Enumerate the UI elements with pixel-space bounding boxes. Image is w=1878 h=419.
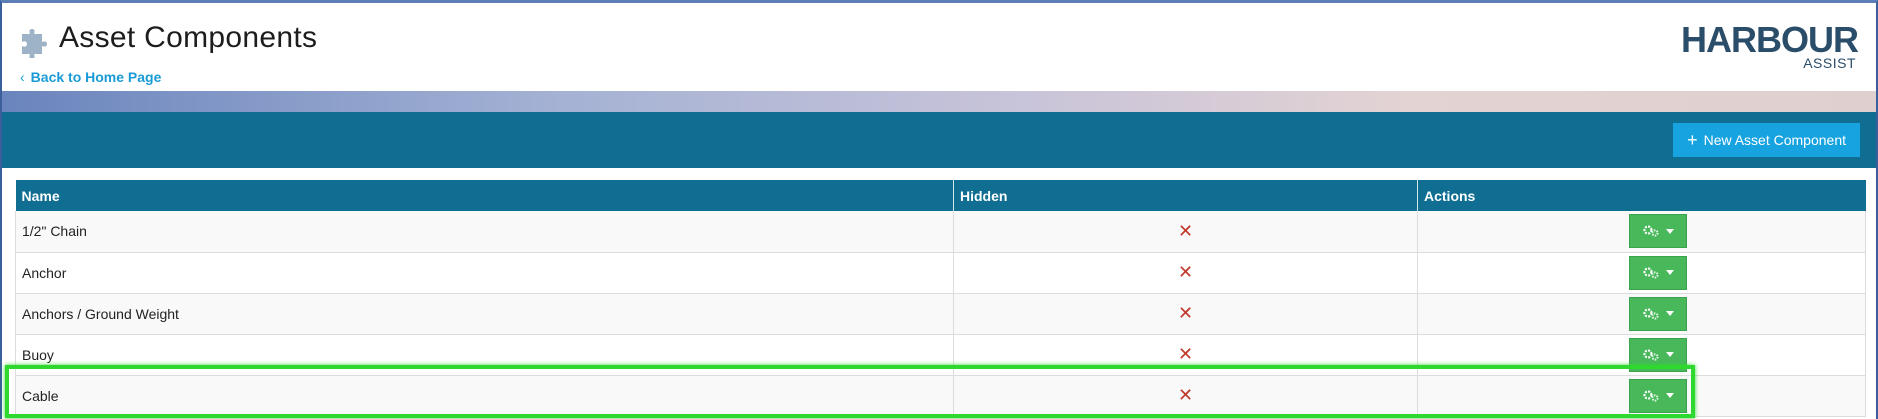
column-header-hidden[interactable]: Hidden <box>953 180 1418 211</box>
row-actions-dropdown-button[interactable] <box>1628 255 1687 290</box>
main-content: Name Hidden Actions 1/2" Chain ✕ Anchor … <box>2 168 1876 419</box>
puzzle-piece-icon <box>22 29 47 58</box>
table-row[interactable]: Anchor ✕ <box>15 252 1866 294</box>
asset-components-table: Name Hidden Actions 1/2" Chain ✕ Anchor … <box>15 180 1866 417</box>
caret-down-icon <box>1665 228 1674 234</box>
back-to-home-link[interactable]: ‹ Back to Home Page <box>20 69 161 85</box>
hidden-x-icon: ✕ <box>1177 344 1194 364</box>
chevron-left-icon: ‹ <box>20 69 25 85</box>
row-name: 1/2" Chain <box>15 211 954 253</box>
table-row[interactable]: Cable ✕ <box>15 375 1866 417</box>
row-actions <box>1417 293 1866 335</box>
table-row[interactable]: 1/2" Chain ✕ <box>15 211 1866 253</box>
new-asset-component-button[interactable]: + New Asset Component <box>1673 123 1860 157</box>
row-actions-dropdown-button[interactable] <box>1628 214 1687 249</box>
caret-down-icon <box>1665 311 1674 316</box>
column-header-actions: Actions <box>1417 180 1866 211</box>
row-name: Buoy <box>15 334 954 376</box>
caret-down-icon <box>1665 352 1674 357</box>
row-actions <box>1417 334 1866 376</box>
table-header-row: Name Hidden Actions <box>15 180 1866 211</box>
toolbar: + New Asset Component <box>2 112 1876 168</box>
logo-sub: ASSIST <box>1803 55 1856 71</box>
row-hidden: ✕ <box>953 211 1418 253</box>
page-header: Asset Components ‹ Back to Home Page HARB… <box>2 3 1876 91</box>
row-actions <box>1417 375 1866 417</box>
hidden-x-icon: ✕ <box>1177 303 1194 323</box>
hidden-x-icon: ✕ <box>1177 220 1194 241</box>
hidden-x-icon: ✕ <box>1177 262 1194 282</box>
row-name: Anchors / Ground Weight <box>15 293 954 335</box>
caret-down-icon <box>1665 270 1674 275</box>
row-hidden: ✕ <box>953 252 1418 294</box>
gears-icon <box>1642 266 1659 279</box>
table-row[interactable]: Buoy ✕ <box>15 334 1866 376</box>
gears-icon <box>1642 225 1659 237</box>
header-gradient-band <box>2 91 1876 112</box>
row-hidden: ✕ <box>953 375 1418 417</box>
table-row[interactable]: Anchors / Ground Weight ✕ <box>15 293 1866 335</box>
row-actions-dropdown-button[interactable] <box>1628 378 1687 413</box>
gears-icon <box>1642 389 1659 402</box>
harbour-assist-logo: HARBOUR ASSIST <box>1681 19 1859 71</box>
caret-down-icon <box>1665 393 1674 398</box>
new-button-label: New Asset Component <box>1703 132 1846 148</box>
page-title: Asset Components <box>59 21 318 54</box>
gears-icon <box>1642 307 1659 320</box>
row-actions-dropdown-button[interactable] <box>1628 296 1687 331</box>
row-actions <box>1417 252 1866 294</box>
row-hidden: ✕ <box>953 334 1418 376</box>
row-name: Anchor <box>15 252 954 294</box>
gears-icon <box>1642 348 1659 361</box>
row-name: Cable <box>15 375 954 417</box>
row-hidden: ✕ <box>953 293 1418 335</box>
plus-icon: + <box>1687 130 1698 150</box>
row-actions-dropdown-button[interactable] <box>1628 337 1687 372</box>
column-header-name[interactable]: Name <box>15 180 954 211</box>
row-actions <box>1417 211 1866 253</box>
hidden-x-icon: ✕ <box>1177 385 1194 405</box>
back-link-label: Back to Home Page <box>30 69 162 85</box>
